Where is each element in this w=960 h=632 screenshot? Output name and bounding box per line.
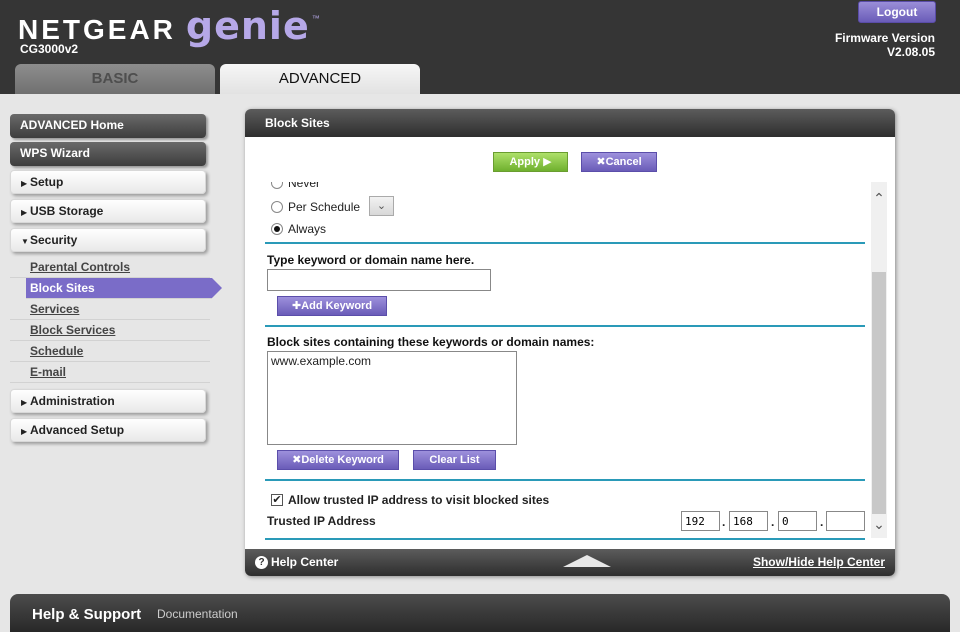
sidebar-item-advanced-home[interactable]: ADVANCED Home — [10, 114, 206, 138]
sidebar-group-setup[interactable]: ▶ Setup — [10, 170, 206, 194]
content-scrollbar[interactable]: ⌃ ⌄ — [871, 182, 887, 538]
ip-octet-1[interactable] — [681, 511, 720, 531]
settings-content: Never Per Schedule ⌄ Always Type keyword… — [265, 182, 870, 547]
tab-advanced[interactable]: ADVANCED — [220, 64, 420, 94]
footer-bar: Help & Support Documentation — [10, 594, 950, 632]
apply-button[interactable]: Apply ▶ — [493, 152, 568, 172]
section-divider — [265, 479, 865, 481]
radio-always-label: Always — [288, 222, 327, 236]
apply-label: Apply — [509, 156, 541, 168]
list-item[interactable]: www.example.com — [271, 354, 513, 368]
keyword-prompt: Type keyword or domain name here. — [267, 253, 475, 267]
trademark-mark: ™ — [311, 14, 320, 23]
trusted-ip-checkbox[interactable]: ✔ — [271, 494, 283, 506]
add-keyword-button[interactable]: ✚Add Keyword — [277, 296, 387, 316]
sidebar-group-label: USB Storage — [30, 204, 104, 218]
sidebar-group-advanced-setup[interactable]: ▶ Advanced Setup — [10, 418, 206, 442]
delete-keyword-label: Delete Keyword — [301, 454, 384, 466]
cancel-button[interactable]: ✖Cancel — [581, 152, 657, 172]
trusted-ip-checkbox-label: Allow trusted IP address to visit blocke… — [288, 493, 550, 507]
tab-basic[interactable]: BASIC — [15, 64, 215, 94]
help-support-title: Help & Support — [32, 606, 142, 623]
clear-list-button[interactable]: Clear List — [413, 450, 496, 470]
delete-keyword-button[interactable]: ✖Delete Keyword — [277, 450, 399, 470]
sidebar-group-security[interactable]: ▼Security — [10, 228, 206, 252]
ip-separator: . — [820, 515, 824, 529]
help-center-bar: ? Help Center Show/Hide Help Center — [245, 549, 895, 576]
sidebar-item-schedule[interactable]: Schedule — [10, 341, 210, 362]
ip-octet-4[interactable] — [826, 511, 865, 531]
expand-up-icon[interactable] — [563, 555, 611, 567]
play-arrow-icon: ▶ — [543, 156, 552, 168]
firmware-version: V2.08.05 — [886, 45, 935, 59]
security-submenu: Parental Controls Block Sites Services B… — [10, 257, 222, 383]
expand-arrow-icon: ▶ — [21, 208, 28, 217]
model-name: CG3000v2 — [20, 42, 79, 56]
trusted-ip-label: Trusted IP Address — [267, 514, 376, 528]
collapse-arrow-icon: ▼ — [21, 237, 29, 246]
expand-arrow-icon: ▶ — [21, 179, 28, 188]
sidebar-group-label: Administration — [30, 394, 115, 408]
documentation-link[interactable]: Documentation — [157, 607, 238, 621]
radio-row-always: Always — [271, 222, 326, 236]
firmware-label: Firmware Version — [834, 31, 935, 45]
chevron-up-icon[interactable]: ⌃ — [871, 190, 887, 210]
sidebar-item-block-services[interactable]: Block Services — [10, 320, 210, 341]
close-icon: ✖ — [596, 156, 606, 168]
ip-octet-3[interactable] — [778, 511, 817, 531]
show-hide-help-link[interactable]: Show/Hide Help Center — [753, 555, 885, 569]
sidebar-group-usb-storage[interactable]: ▶ USB Storage — [10, 199, 206, 223]
plus-icon: ✚ — [291, 300, 302, 312]
cancel-label: Cancel — [605, 156, 642, 168]
blocked-keywords-list[interactable]: www.example.com — [267, 351, 517, 445]
sidebar-group-label: Advanced Setup — [30, 423, 125, 437]
expand-arrow-icon: ▶ — [21, 398, 28, 407]
brand-product: genie — [185, 4, 310, 48]
section-divider — [265, 242, 865, 244]
ip-separator: . — [771, 515, 775, 529]
sidebar-item-services[interactable]: Services — [10, 299, 210, 320]
radio-schedule-label: Per Schedule — [288, 200, 361, 214]
chevron-down-icon[interactable]: ⌄ — [871, 516, 887, 536]
sidebar-item-wps-wizard[interactable]: WPS Wizard — [10, 142, 206, 166]
help-icon[interactable]: ? — [255, 556, 268, 569]
radio-always[interactable] — [271, 223, 283, 235]
radio-never[interactable] — [271, 182, 283, 189]
sidebar-nav: ADVANCED Home WPS Wizard ▶ Setup ▶ USB Sto… — [10, 114, 222, 447]
ip-octet-2[interactable] — [729, 511, 768, 531]
blocked-list-label: Block sites containing these keywords or… — [267, 335, 595, 349]
block-sites-panel: Block Sites Apply ▶ ✖Cancel Never Per Sc… — [245, 109, 895, 576]
sidebar-item-email[interactable]: E-mail — [10, 362, 210, 383]
sidebar-item-block-sites[interactable]: Block Sites — [26, 278, 222, 299]
ip-separator: . — [722, 515, 726, 529]
logout-button[interactable]: Logout — [858, 1, 936, 23]
radio-per-schedule[interactable] — [271, 201, 283, 213]
sidebar-group-label: Setup — [30, 175, 64, 189]
help-center-label[interactable]: Help Center — [271, 555, 338, 569]
schedule-dropdown[interactable]: ⌄ — [369, 196, 394, 216]
netgear-genie-logo: NETGEAR genie ™ — [18, 4, 320, 48]
close-icon: ✖ — [292, 454, 302, 466]
panel-title: Block Sites — [245, 109, 895, 137]
keyword-input[interactable] — [267, 269, 491, 291]
sidebar-item-parental-controls[interactable]: Parental Controls — [10, 257, 210, 278]
section-divider — [265, 325, 865, 327]
radio-row-never: Never — [271, 182, 320, 190]
radio-row-schedule: Per Schedule — [271, 200, 360, 214]
chevron-down-icon: ⌄ — [376, 200, 387, 212]
sidebar-group-label: Security — [30, 233, 78, 247]
sidebar-group-administration[interactable]: ▶ Administration — [10, 389, 206, 413]
add-keyword-label: Add Keyword — [301, 300, 373, 312]
scroll-thumb[interactable] — [872, 272, 886, 514]
radio-never-label: Never — [288, 182, 321, 190]
trusted-ip-row: ✔ Allow trusted IP address to visit bloc… — [271, 493, 549, 507]
section-divider — [265, 538, 865, 540]
header-bar: NETGEAR genie ™ CG3000v2 Logout Firmware… — [0, 0, 960, 94]
expand-arrow-icon: ▶ — [21, 427, 28, 436]
